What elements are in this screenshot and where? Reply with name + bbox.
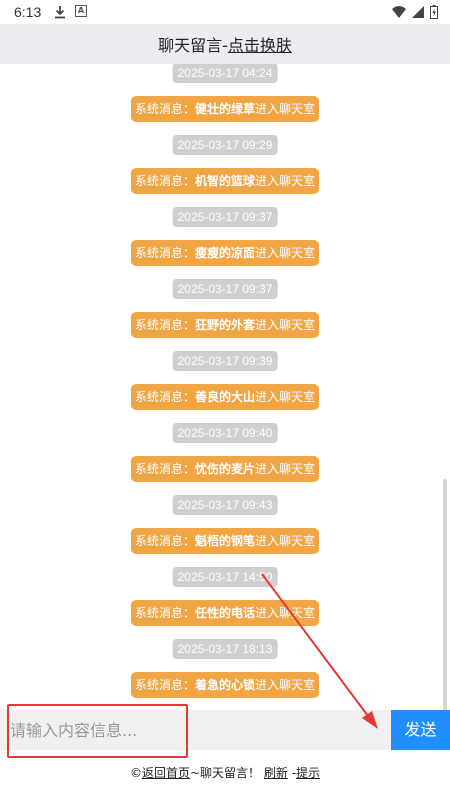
message-timestamp: 2025-03-17 04:24 xyxy=(172,64,278,83)
page-header: 聊天留言- 点击换肤 xyxy=(0,24,450,64)
message-timestamp: 2025-03-17 09:37 xyxy=(172,279,278,299)
user-nickname: 任性的电话 xyxy=(194,606,256,620)
chat-message-list[interactable]: 2025-03-17 04:24 系统消息：健壮的绿草进入聊天室 2025-03-1… xyxy=(0,64,450,710)
system-message-bubble: 系统消息：魁梧的钢笔进入聊天室 xyxy=(130,528,320,554)
system-message-suffix: 进入聊天室 xyxy=(255,174,316,188)
user-nickname: 忧伤的麦片 xyxy=(194,462,256,476)
system-message-suffix: 进入聊天室 xyxy=(255,102,316,116)
system-message-suffix: 进入聊天室 xyxy=(255,390,316,404)
signal-icon xyxy=(412,6,424,18)
system-message-prefix: 系统消息： xyxy=(134,534,195,548)
system-message-suffix: 进入聊天室 xyxy=(255,678,316,692)
system-message-bubble: 系统消息：健壮的绿草进入聊天室 xyxy=(130,96,320,122)
tips-link[interactable]: 提示 xyxy=(296,766,320,780)
system-message-prefix: 系统消息： xyxy=(134,390,195,404)
user-nickname: 魁梧的钢笔 xyxy=(194,534,256,548)
system-message-prefix: 系统消息： xyxy=(134,246,195,260)
wifi-icon xyxy=(392,6,406,18)
footer-separator: - xyxy=(287,766,297,780)
message-input[interactable] xyxy=(0,710,391,750)
refresh-link[interactable]: 刷新 xyxy=(264,766,288,780)
system-message-suffix: 进入聊天室 xyxy=(255,606,316,620)
system-message-suffix: 进入聊天室 xyxy=(255,534,316,548)
system-message-prefix: 系统消息： xyxy=(134,606,195,620)
system-message-bubble: 系统消息：机智的篮球进入聊天室 xyxy=(130,168,320,194)
message-timestamp: 2025-03-17 14:50 xyxy=(172,567,278,587)
send-button[interactable]: 发送 xyxy=(391,710,450,750)
message-timestamp: 2025-03-17 18:13 xyxy=(172,639,278,659)
message-input-bar: 发送 xyxy=(0,710,450,750)
system-message-suffix: 进入聊天室 xyxy=(255,318,316,332)
system-message-suffix: 进入聊天室 xyxy=(255,462,316,476)
status-bar: 6:13 A xyxy=(0,0,450,24)
change-skin-link[interactable]: 点击换肤 xyxy=(228,32,292,56)
status-indicators xyxy=(392,5,438,19)
message-timestamp: 2025-03-17 09:40 xyxy=(172,423,278,443)
download-icon xyxy=(55,6,65,19)
message-timestamp: 2025-03-17 09:37 xyxy=(172,207,278,227)
user-nickname: 狂野的外套 xyxy=(194,318,256,332)
user-nickname: 健壮的绿草 xyxy=(194,102,256,116)
system-message-suffix: 进入聊天室 xyxy=(255,246,316,260)
system-message-prefix: 系统消息： xyxy=(134,102,195,116)
system-message-bubble: 系统消息：瘦瘦的凉面进入聊天室 xyxy=(130,240,320,266)
copyright-symbol: © xyxy=(129,766,142,780)
system-message-prefix: 系统消息： xyxy=(134,174,195,188)
footer-site-name: ~聊天留言！ xyxy=(189,766,261,780)
system-message-prefix: 系统消息： xyxy=(134,678,195,692)
system-message-bubble: 系统消息：狂野的外套进入聊天室 xyxy=(130,312,320,338)
system-message-prefix: 系统消息： xyxy=(134,462,195,476)
message-timestamp: 2025-03-17 09:29 xyxy=(172,135,278,155)
user-nickname: 善良的大山 xyxy=(194,390,256,404)
page-footer: ©返回首页~聊天留言！ 刷新 -提示 xyxy=(0,764,450,786)
user-nickname: 机智的篮球 xyxy=(194,174,256,188)
user-nickname: 着急的心锁 xyxy=(194,678,256,692)
app-notification-icon: A xyxy=(75,5,87,17)
status-time: 6:13 xyxy=(14,4,42,20)
message-timestamp: 2025-03-17 09:39 xyxy=(172,351,278,371)
system-message-bubble: 系统消息：忧伤的麦片进入聊天室 xyxy=(130,456,320,482)
back-home-link[interactable]: 返回首页 xyxy=(142,766,190,780)
battery-icon xyxy=(430,5,438,19)
system-message-bubble: 系统消息：任性的电话进入聊天室 xyxy=(130,600,320,626)
page-title: 聊天留言- xyxy=(158,36,228,55)
scrollbar-thumb[interactable] xyxy=(443,479,447,710)
system-message-prefix: 系统消息： xyxy=(134,318,195,332)
system-message-bubble: 系统消息：善良的大山进入聊天室 xyxy=(130,384,320,410)
message-timestamp: 2025-03-17 09:43 xyxy=(172,495,278,515)
user-nickname: 瘦瘦的凉面 xyxy=(194,246,256,260)
system-message-bubble: 系统消息：着急的心锁进入聊天室 xyxy=(130,672,320,698)
